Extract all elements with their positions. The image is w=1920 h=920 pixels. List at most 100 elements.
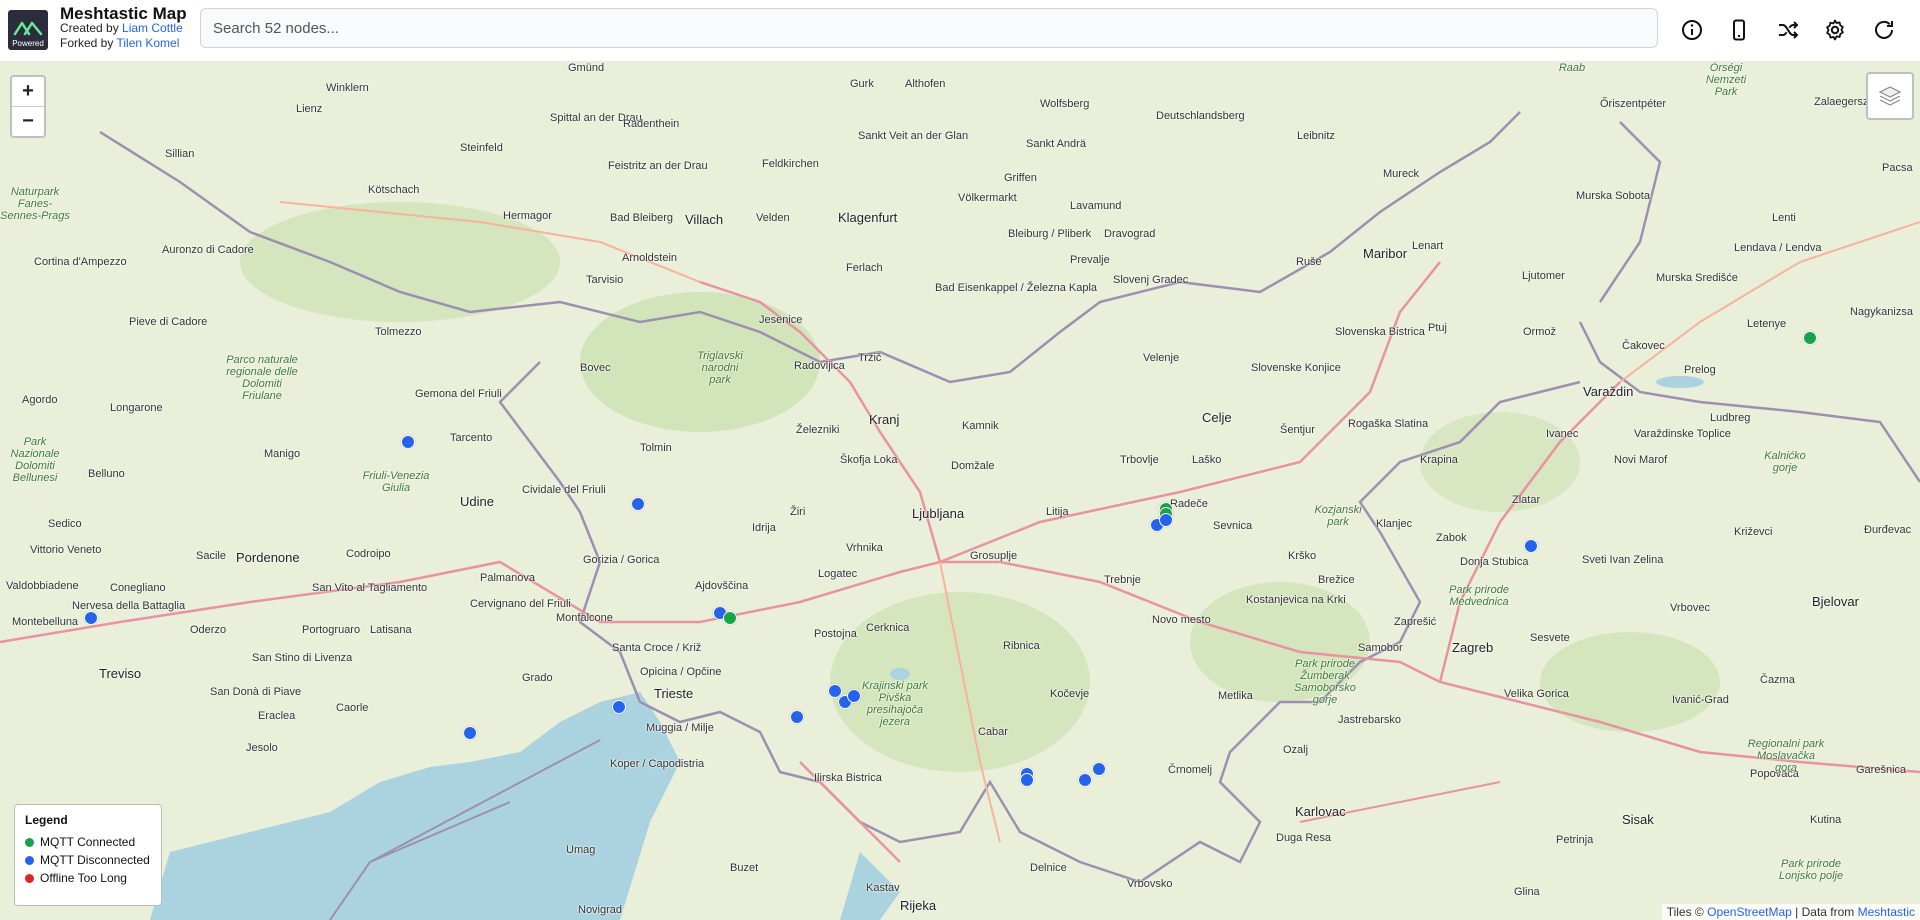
node-marker-disconnected[interactable] bbox=[789, 710, 804, 725]
attribution-prefix: Tiles © bbox=[1666, 905, 1708, 919]
place-label: Cortina d'Ampezzo bbox=[34, 256, 127, 268]
legend-label: Offline Too Long bbox=[40, 871, 127, 885]
place-label: Gemona del Friuli bbox=[415, 388, 502, 400]
place-label: Monfalcone bbox=[556, 612, 613, 624]
place-label: Feistritz an der Drau bbox=[608, 160, 708, 172]
place-label: Sankt Veit an der Glan bbox=[858, 130, 969, 142]
zoom-out-button[interactable]: − bbox=[12, 107, 44, 136]
shuffle-button[interactable] bbox=[1770, 12, 1806, 48]
forked-by-link[interactable]: Tilen Komel bbox=[116, 36, 179, 50]
place-label: Velenje bbox=[1143, 352, 1180, 364]
place-label: Velika Gorica bbox=[1504, 688, 1569, 700]
place-label: Ludbreg bbox=[1710, 412, 1751, 424]
place-label: Sesvete bbox=[1530, 632, 1570, 644]
phone-icon bbox=[1733, 19, 1745, 41]
place-label: Ajdovščina bbox=[695, 580, 749, 592]
meshtastic-logo[interactable]: Powered bbox=[8, 10, 48, 50]
place-label: Donja Stubica bbox=[1460, 556, 1529, 568]
place-label: Slovenske Konjice bbox=[1251, 362, 1341, 374]
place-label: Ljubljana bbox=[912, 506, 965, 521]
park-label: Friuli-Venezia Giulia bbox=[362, 470, 430, 494]
node-marker-disconnected[interactable] bbox=[1077, 772, 1092, 787]
place-label: Radenthein bbox=[623, 118, 680, 130]
created-by-link[interactable]: Liam Cottle bbox=[122, 21, 183, 35]
place-label: Montebelluna bbox=[12, 616, 79, 628]
place-label: Auronzo di Cadore bbox=[162, 244, 254, 256]
node-marker-disconnected[interactable] bbox=[401, 434, 415, 449]
park-label: Park prirode Lonjsko polje bbox=[1778, 858, 1844, 882]
info-button[interactable] bbox=[1674, 12, 1710, 48]
place-label: Nervesa della Battaglia bbox=[72, 600, 186, 612]
node-marker-disconnected[interactable] bbox=[1524, 538, 1539, 553]
place-label: Ivanić-Grad bbox=[1672, 694, 1729, 706]
place-label: Šentjur bbox=[1280, 424, 1315, 436]
place-label: Pieve di Cadore bbox=[129, 316, 208, 328]
refresh-button[interactable] bbox=[1866, 12, 1902, 48]
border-hungary-north bbox=[1598, 121, 1662, 303]
place-label: Gmünd bbox=[568, 62, 605, 74]
place-label: Völkermarkt bbox=[958, 192, 1017, 204]
park-label: Parco naturale regionale delle Dolomiti … bbox=[226, 354, 298, 402]
place-label: Letenye bbox=[1747, 318, 1787, 330]
place-label: Slovenj Gradec bbox=[1113, 274, 1189, 286]
place-label: Tarvisio bbox=[586, 274, 624, 286]
place-label: Althofen bbox=[905, 78, 946, 90]
place-label: Novi Marof bbox=[1614, 454, 1668, 466]
place-label: Oderzo bbox=[190, 624, 227, 636]
place-label: Lenti bbox=[1772, 212, 1796, 224]
legend-title: Legend bbox=[25, 813, 68, 827]
place-label: Mureck bbox=[1383, 168, 1420, 180]
place-label: Bjelovar bbox=[1812, 594, 1859, 609]
place-label: Kamnik bbox=[962, 420, 999, 432]
logo-badge: Powered bbox=[12, 39, 44, 48]
place-label: Villach bbox=[685, 212, 724, 227]
place-label: Vittorio Veneto bbox=[30, 544, 102, 556]
place-label: Cividale del Friuli bbox=[522, 484, 606, 496]
place-label: Sveti Ivan Zelina bbox=[1582, 554, 1664, 566]
place-label: Krapina bbox=[1420, 454, 1458, 466]
place-label: Ferlach bbox=[846, 262, 883, 274]
settings-button[interactable] bbox=[1817, 12, 1853, 48]
device-button[interactable] bbox=[1721, 12, 1757, 48]
place-label: Čakovec bbox=[1622, 340, 1665, 352]
place-label: Tolmezzo bbox=[375, 326, 422, 338]
place-label: Bleiburg / Pliberk bbox=[1008, 228, 1092, 240]
legend-item-disconnected: MQTT Disconnected bbox=[25, 851, 151, 869]
place-label: Muggia / Milje bbox=[646, 722, 714, 734]
openstreetmap-link[interactable]: OpenStreetMap bbox=[1707, 905, 1792, 919]
place-label: Žiri bbox=[790, 506, 806, 518]
node-marker-connected[interactable] bbox=[1802, 330, 1817, 345]
place-label: Murska Sobota bbox=[1576, 190, 1650, 202]
place-label: Jastrebarsko bbox=[1338, 714, 1401, 726]
place-label: Treviso bbox=[99, 666, 142, 681]
forked-by-prefix: Forked by bbox=[60, 36, 117, 50]
place-label: Caorle bbox=[336, 702, 369, 714]
place-label: Velden bbox=[756, 212, 790, 224]
search-input[interactable] bbox=[200, 8, 1658, 48]
map-canvas[interactable]: Gmünd Gurk Althofen Wolfsberg Deutschlandsbe… bbox=[0, 62, 1920, 920]
place-label: Lendava / Lendva bbox=[1734, 242, 1822, 254]
park-label: Kalnićko gorje bbox=[1764, 450, 1806, 474]
zoom-in-button[interactable]: + bbox=[12, 77, 44, 107]
legend-item-offline: Offline Too Long bbox=[25, 869, 151, 887]
lake bbox=[890, 668, 910, 680]
node-marker-disconnected[interactable] bbox=[1159, 512, 1174, 527]
place-label: Prelog bbox=[1684, 364, 1716, 376]
place-label: Buzet bbox=[730, 862, 759, 874]
place-label: Tržič bbox=[858, 352, 882, 364]
place-label: Kranj bbox=[869, 412, 900, 427]
node-marker-disconnected[interactable] bbox=[612, 699, 627, 714]
node-marker-disconnected[interactable] bbox=[1020, 772, 1035, 787]
app-title: Meshtastic Map bbox=[60, 4, 187, 23]
meshtastic-link[interactable]: Meshtastic bbox=[1858, 905, 1915, 919]
layers-button[interactable] bbox=[1866, 72, 1914, 120]
node-marker-connected[interactable] bbox=[722, 611, 737, 626]
legend-item-connected: MQTT Connected bbox=[25, 833, 151, 851]
park-label: Naturpark Fanes-Sennes-Prags bbox=[0, 186, 70, 222]
place-label: Varaždinske Toplice bbox=[1634, 428, 1731, 440]
place-label: Kostanjevica na Krki bbox=[1246, 594, 1346, 606]
place-label: San Vito al Tagliamento bbox=[312, 582, 428, 594]
place-label: Lenart bbox=[1412, 240, 1444, 252]
place-label: Klagenfurt bbox=[838, 210, 898, 225]
place-label: Grado bbox=[522, 672, 553, 684]
